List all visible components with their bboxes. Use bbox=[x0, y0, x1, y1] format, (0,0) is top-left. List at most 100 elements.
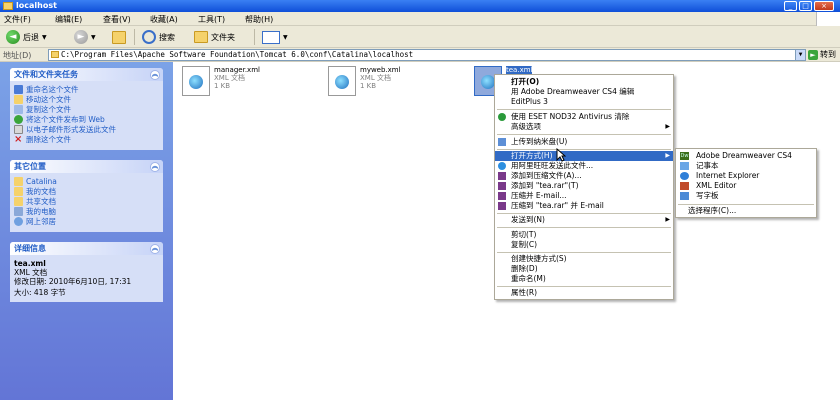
address-input[interactable]: C:\Program Files\Apache Software Foundat… bbox=[48, 49, 806, 61]
menu-view[interactable]: 查看(V) bbox=[103, 14, 131, 25]
open-with-wordpad[interactable]: 写字板 bbox=[676, 191, 816, 201]
minimize-button[interactable]: _ bbox=[784, 1, 797, 11]
publish-web-task[interactable]: 将这个文件发布到 Web bbox=[14, 115, 159, 124]
menu-cut[interactable]: 剪切(T) bbox=[495, 230, 673, 240]
menu-help[interactable]: 帮助(H) bbox=[245, 14, 273, 25]
menu-separator bbox=[497, 286, 671, 287]
go-arrow-icon: ► bbox=[808, 49, 818, 60]
back-dropdown-icon[interactable]: ▼ bbox=[42, 34, 47, 41]
menu-label: 上传到纳米盘(U) bbox=[511, 137, 568, 146]
menu-edit-dreamweaver[interactable]: 用 Adobe Dreamweaver CS4 编辑 bbox=[495, 87, 673, 97]
move-task[interactable]: 移动这个文件 bbox=[14, 95, 159, 104]
eset-icon bbox=[498, 113, 506, 121]
views-dropdown-icon: ▼ bbox=[283, 33, 288, 41]
menu-edit[interactable]: 编辑(E) bbox=[55, 14, 82, 25]
place-label: 网上邻居 bbox=[26, 217, 56, 226]
delete-task[interactable]: × 删除这个文件 bbox=[14, 135, 159, 145]
address-dropdown-icon[interactable]: ▼ bbox=[795, 50, 805, 60]
menu-favorites[interactable]: 收藏(A) bbox=[150, 14, 178, 25]
menu-file[interactable]: 文件(F) bbox=[4, 14, 31, 25]
menu-label: 高级选项 bbox=[511, 122, 541, 131]
open-with-notepad[interactable]: 记事本 bbox=[676, 161, 816, 171]
panel-title: 其它位置 bbox=[14, 162, 46, 171]
search-icon bbox=[142, 30, 156, 44]
menu-delete[interactable]: 删除(D) bbox=[495, 264, 673, 274]
back-label: 后退 bbox=[23, 32, 39, 42]
dreamweaver-icon: Dw bbox=[680, 152, 689, 160]
collapse-icon[interactable]: ︽ bbox=[150, 162, 160, 172]
menu-label: Adobe Dreamweaver CS4 bbox=[696, 151, 792, 160]
winrar-icon bbox=[498, 202, 506, 210]
menu-send-to[interactable]: 发送到(N) ▶ bbox=[495, 215, 673, 225]
panel-header[interactable]: 详细信息 ︽ bbox=[10, 242, 163, 255]
folder-icon bbox=[14, 177, 23, 186]
panel-header[interactable]: 其它位置 ︽ bbox=[10, 160, 163, 173]
maximize-button[interactable]: □ bbox=[799, 1, 812, 11]
go-button[interactable]: ► 转到 bbox=[808, 49, 836, 60]
task-label: 删除这个文件 bbox=[26, 135, 71, 144]
menu-label: 发送到(N) bbox=[511, 215, 545, 224]
open-with-dreamweaver[interactable]: Dw Adobe Dreamweaver CS4 bbox=[676, 151, 816, 161]
menu-copy[interactable]: 复制(C) bbox=[495, 240, 673, 250]
winrar-icon bbox=[498, 182, 506, 190]
open-with-xml-editor[interactable]: XML Editor bbox=[676, 181, 816, 191]
menu-upload-nami[interactable]: 上传到纳米盘(U) bbox=[495, 137, 673, 147]
menu-properties[interactable]: 属性(R) bbox=[495, 288, 673, 298]
menu-label: 压缩并 E-mail... bbox=[511, 191, 567, 200]
menu-send-aliwangwang[interactable]: 用阿里旺旺发送此文件... bbox=[495, 161, 673, 171]
place-label: 我的电脑 bbox=[26, 207, 56, 216]
search-button[interactable]: 搜索 bbox=[142, 29, 175, 45]
open-with-submenu: Dw Adobe Dreamweaver CS4 记事本 Internet Ex… bbox=[675, 148, 817, 218]
menu-advanced-options[interactable]: 高级选项 ▶ bbox=[495, 122, 673, 132]
task-label: 将这个文件发布到 Web bbox=[26, 115, 105, 124]
file-item[interactable]: myweb.xml XML 文档 1 KB bbox=[328, 66, 401, 96]
menu-label: 使用 ESET NOD32 Antivirus 清除 bbox=[511, 112, 630, 121]
menu-open-with[interactable]: 打开方式(H) ▶ bbox=[495, 151, 673, 161]
menu-create-shortcut[interactable]: 创建快捷方式(S) bbox=[495, 254, 673, 264]
panel-header[interactable]: 文件和文件夹任务 ︽ bbox=[10, 68, 163, 81]
xml-file-icon bbox=[328, 66, 356, 96]
close-button[interactable]: × bbox=[814, 1, 834, 11]
xml-file-icon bbox=[182, 66, 210, 96]
windows-logo-icon bbox=[816, 12, 840, 26]
file-item[interactable]: manager.xml XML 文档 1 KB bbox=[182, 66, 260, 96]
up-folder-button[interactable] bbox=[112, 29, 126, 45]
open-with-ie[interactable]: Internet Explorer bbox=[676, 171, 816, 181]
copy-task[interactable]: 复制这个文件 bbox=[14, 105, 159, 114]
collapse-icon[interactable]: ︽ bbox=[150, 70, 160, 80]
folder-icon bbox=[14, 187, 23, 196]
menu-add-tea-rar[interactable]: 添加到 "tea.rar"(T) bbox=[495, 181, 673, 191]
forward-dropdown-icon[interactable]: ▼ bbox=[91, 34, 96, 41]
menu-rename[interactable]: 重命名(M) bbox=[495, 274, 673, 284]
collapse-icon[interactable]: ︽ bbox=[150, 244, 160, 254]
menu-eset-scan[interactable]: 使用 ESET NOD32 Antivirus 清除 bbox=[495, 112, 673, 122]
menu-compress-email[interactable]: 压缩并 E-mail... bbox=[495, 191, 673, 201]
place-network[interactable]: 网上邻居 bbox=[14, 217, 159, 226]
menu-editplus[interactable]: EditPlus 3 bbox=[495, 97, 673, 107]
wordpad-icon bbox=[680, 192, 689, 200]
forward-button[interactable]: ► ▼ bbox=[74, 29, 96, 45]
views-button[interactable]: ▼ bbox=[262, 29, 288, 45]
back-arrow-icon: ◄ bbox=[6, 30, 20, 44]
place-shared-documents[interactable]: 共享文档 bbox=[14, 197, 159, 206]
file-type: XML 文档 bbox=[360, 74, 391, 82]
menu-tools[interactable]: 工具(T) bbox=[198, 14, 225, 25]
email-task[interactable]: 以电子邮件形式发送此文件 bbox=[14, 125, 159, 134]
xml-editor-icon bbox=[680, 182, 689, 190]
search-label: 搜索 bbox=[159, 32, 175, 42]
panel-title: 详细信息 bbox=[14, 244, 46, 253]
place-catalina[interactable]: Catalina bbox=[14, 177, 159, 186]
rename-task[interactable]: 重命名这个文件 bbox=[14, 85, 159, 94]
open-with-choose-program[interactable]: 选择程序(C)... bbox=[676, 206, 816, 216]
back-button[interactable]: ◄ 后退 ▼ bbox=[6, 29, 47, 45]
menu-open[interactable]: 打开(O) bbox=[495, 77, 673, 87]
place-my-documents[interactable]: 我的文档 bbox=[14, 187, 159, 196]
internet-explorer-icon bbox=[680, 172, 689, 180]
winrar-icon bbox=[498, 192, 506, 200]
menu-add-archive[interactable]: 添加到压缩文件(A)... bbox=[495, 171, 673, 181]
place-my-computer[interactable]: 我的电脑 bbox=[14, 207, 159, 216]
menu-bar: 文件(F) 编辑(E) 查看(V) 收藏(A) 工具(T) 帮助(H) bbox=[0, 12, 840, 26]
task-pane: 文件和文件夹任务 ︽ 重命名这个文件 移动这个文件 复制这个文件 将这个文件发布… bbox=[0, 62, 173, 400]
folders-button[interactable]: 文件夹 bbox=[194, 29, 235, 45]
menu-compress-tea-email[interactable]: 压缩到 "tea.rar" 并 E-mail bbox=[495, 201, 673, 211]
